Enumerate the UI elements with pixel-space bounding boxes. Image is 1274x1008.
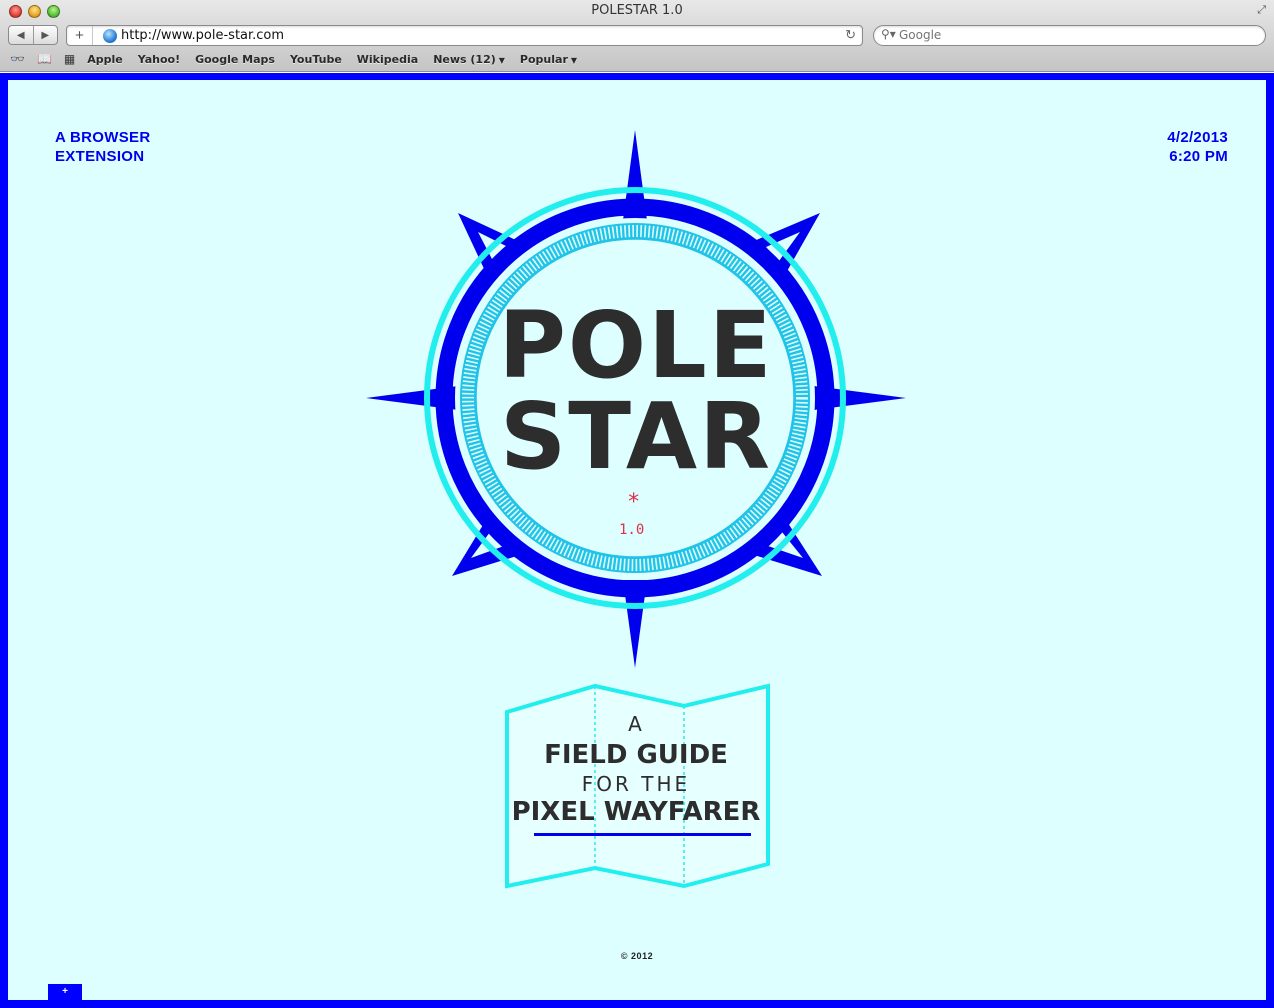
reload-button[interactable]: ↻ xyxy=(845,27,856,43)
chevron-down-icon: ▼ xyxy=(570,55,578,65)
address-bar[interactable]: + http://www.pole-star.com ↻ xyxy=(66,25,863,46)
bookmark-wikipedia[interactable]: Wikipedia xyxy=(357,53,418,66)
guide-line-pixel-wayfarer: PIXEL WAYFARER xyxy=(511,797,761,827)
guide-line-field-guide: FIELD GUIDE xyxy=(544,740,728,770)
window-title: POLESTAR 1.0 xyxy=(591,3,683,18)
guide-line-a: A xyxy=(628,712,644,736)
url-text[interactable]: http://www.pole-star.com xyxy=(121,28,284,43)
search-box[interactable]: ⚲▾ xyxy=(873,25,1266,46)
bookmark-youtube[interactable]: YouTube xyxy=(290,53,342,66)
bookmarks-book-icon[interactable]: 📖 xyxy=(37,52,52,66)
bookmark-yahoo[interactable]: Yahoo! xyxy=(138,53,180,66)
expand-tab-button[interactable]: + xyxy=(48,984,82,1000)
bookmark-apple[interactable]: Apple xyxy=(87,53,123,66)
bookmark-popular-folder[interactable]: Popular ▼ xyxy=(520,53,577,66)
bookmarks-bar: 👓 📖 ▦ Apple Yahoo! Google Maps YouTube W… xyxy=(10,51,592,67)
history-nav: ◀ ▶ xyxy=(8,25,58,45)
search-icon: ⚲▾ xyxy=(881,27,896,41)
bookmark-news-label: News (12) xyxy=(433,52,496,66)
bookmark-popular-label: Popular xyxy=(519,52,568,66)
search-input[interactable] xyxy=(899,28,1249,42)
bookmark-news-folder[interactable]: News (12) ▼ xyxy=(433,53,505,66)
folded-map-graphic xyxy=(505,683,770,889)
top-sites-grid-icon[interactable]: ▦ xyxy=(64,52,75,66)
guide-line-for-the: FOR THE xyxy=(581,772,691,796)
reading-list-icon[interactable]: 👓 xyxy=(10,52,25,66)
fullscreen-icon[interactable]: ⤢ xyxy=(1257,4,1266,17)
back-button[interactable]: ◀ xyxy=(9,26,33,44)
forward-button[interactable]: ▶ xyxy=(32,26,58,44)
globe-icon xyxy=(103,29,117,43)
browser-chrome: POLESTAR 1.0 ⤢ ◀ ▶ + http://www.pole-sta… xyxy=(0,0,1274,72)
add-bookmark-button[interactable]: + xyxy=(67,26,93,45)
page-frame: A BROWSER EXTENSION 4/2/2013 6:20 PM POL… xyxy=(0,73,1274,1008)
bookmark-google-maps[interactable]: Google Maps xyxy=(195,53,275,66)
copyright-text: © 2012 xyxy=(620,951,654,961)
guide-underline xyxy=(534,833,751,836)
chevron-down-icon: ▼ xyxy=(498,55,505,65)
page-canvas: A BROWSER EXTENSION 4/2/2013 6:20 PM POL… xyxy=(8,80,1266,1000)
